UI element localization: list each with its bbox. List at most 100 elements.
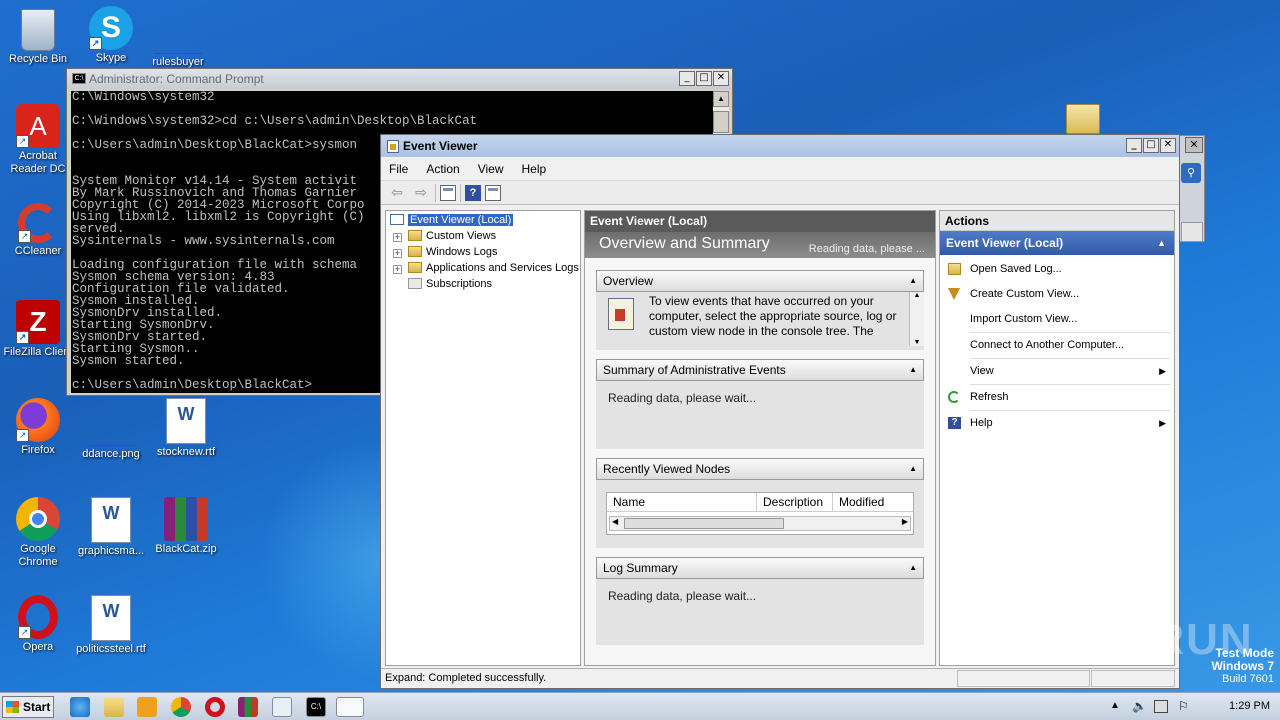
expand-icon[interactable]: + xyxy=(393,233,402,242)
chrome-taskbar-icon[interactable] xyxy=(171,697,191,717)
forward-arrow-icon[interactable]: ⇨ xyxy=(411,184,431,202)
network-icon[interactable] xyxy=(1154,700,1168,713)
scroll-down-icon[interactable]: ▼ xyxy=(910,339,924,346)
desktop-icon-blackcat[interactable]: BlackCat.zip xyxy=(148,497,224,556)
back-arrow-icon[interactable]: ⇦ xyxy=(387,184,407,202)
center-pane: Event Viewer (Local) Overview and Summar… xyxy=(584,210,936,666)
event-viewer-taskbar-icon[interactable] xyxy=(336,697,364,717)
cmd-taskbar-icon[interactable]: C:\ xyxy=(306,697,326,717)
tree-item-app-services-logs[interactable]: Applications and Services Logs xyxy=(408,260,579,276)
desktop-icon-label: graphicsma... xyxy=(77,545,145,557)
file-explorer-icon[interactable] xyxy=(104,697,124,717)
desktop-icon-chrome[interactable]: Google Chrome xyxy=(0,497,76,569)
folder-icon xyxy=(408,230,422,241)
desktop-icon-acrobat[interactable]: A ↗ Acrobat Reader DC xyxy=(0,104,76,176)
desktop-icon-ddance[interactable]: ddance.png xyxy=(73,398,149,461)
scrollbar[interactable] xyxy=(1181,222,1203,242)
close-button[interactable]: ✕ xyxy=(1160,138,1176,153)
column-modified[interactable]: Modified xyxy=(833,493,913,511)
desktop-icon-recycle-bin[interactable]: Recycle Bin xyxy=(0,6,76,66)
close-button[interactable]: ✕ xyxy=(713,71,729,86)
desktop-icon-stocknew[interactable]: W stocknew.rtf xyxy=(148,398,224,459)
menu-view[interactable]: View xyxy=(478,162,504,176)
ev-titlebar[interactable]: Event Viewer _ □ ✕ xyxy=(381,135,1179,157)
clock[interactable]: 1:29 PM xyxy=(1229,700,1270,712)
expand-icon[interactable]: + xyxy=(393,265,402,274)
tree-item-subscriptions[interactable]: Subscriptions xyxy=(408,276,492,292)
expand-icon[interactable]: + xyxy=(393,249,402,258)
maximize-button[interactable]: □ xyxy=(696,71,712,86)
internet-explorer-icon[interactable] xyxy=(70,697,90,717)
ev-title: Event Viewer xyxy=(403,139,478,153)
collapse-icon[interactable]: ▲ xyxy=(909,360,917,380)
overview-scrollbar[interactable]: ▲ ▼ xyxy=(909,292,924,346)
collapse-icon[interactable]: ▲ xyxy=(909,558,917,578)
column-name[interactable]: Name xyxy=(607,493,757,511)
desktop-icon-ccleaner[interactable]: ↗ CCleaner xyxy=(0,203,76,258)
action-help[interactable]: ? Help ▶ xyxy=(940,411,1174,436)
show-hide-tree-icon[interactable] xyxy=(440,184,456,201)
scroll-left-icon[interactable]: ◀ xyxy=(612,517,618,526)
panel-header[interactable]: Overview ▲ xyxy=(596,270,924,292)
desktop-icon-label: stocknew.rtf xyxy=(156,446,216,458)
action-center-flag-icon[interactable]: ⚐ xyxy=(1178,699,1189,713)
minimize-button[interactable]: _ xyxy=(1126,138,1142,153)
desktop-icon-filezilla[interactable]: Z ↗ FileZilla Client xyxy=(0,300,76,359)
cmd-titlebar[interactable]: C:\ Administrator: Command Prompt _ □ ✕ xyxy=(67,69,732,89)
desktop-icon-politicssteel[interactable]: W politicssteel.rtf xyxy=(73,595,149,656)
overview-text: To view events that have occurred on you… xyxy=(649,294,897,338)
action-open-saved-log[interactable]: Open Saved Log... xyxy=(940,257,1174,282)
tree-item-custom-views[interactable]: Custom Views xyxy=(408,228,496,244)
firefox-icon: ↗ xyxy=(16,398,60,442)
scroll-thumb[interactable] xyxy=(624,518,784,529)
close-icon[interactable]: ✕ xyxy=(1185,137,1203,153)
panel-header[interactable]: Recently Viewed Nodes ▲ xyxy=(596,458,924,480)
open-folder-icon xyxy=(948,263,961,275)
action-create-custom-view[interactable]: Create Custom View... xyxy=(940,282,1174,307)
action-connect-computer[interactable]: Connect to Another Computer... xyxy=(940,333,1174,358)
desktop-icon-rulesbuyer[interactable]: rulesbuyer xyxy=(140,6,216,69)
minimize-button[interactable]: _ xyxy=(679,71,695,86)
volume-icon[interactable]: 🔈 xyxy=(1132,699,1147,713)
search-icon[interactable]: ⚲ xyxy=(1181,163,1201,183)
collapse-icon[interactable]: ▲ xyxy=(1157,231,1166,255)
event-viewer-window[interactable]: Event Viewer _ □ ✕ File Action View Help… xyxy=(380,134,1180,689)
opera-taskbar-icon[interactable] xyxy=(205,697,225,717)
menu-help[interactable]: Help xyxy=(522,162,547,176)
menu-file[interactable]: File xyxy=(389,162,408,176)
collapse-icon[interactable]: ▲ xyxy=(909,271,917,291)
tree-item-windows-logs[interactable]: Windows Logs xyxy=(408,244,498,260)
panel-header[interactable]: Summary of Administrative Events ▲ xyxy=(596,359,924,381)
panel-header[interactable]: Log Summary ▲ xyxy=(596,557,924,579)
help-icon[interactable]: ? xyxy=(465,184,481,201)
desktop-icon-opera[interactable]: ↗ Opera xyxy=(0,595,76,654)
word-document-icon: W xyxy=(91,497,131,543)
winrar-archive-icon xyxy=(164,497,208,541)
desktop-icon-label: FileZilla Client xyxy=(3,346,73,358)
scroll-up-icon[interactable]: ▲ xyxy=(910,292,924,299)
column-description[interactable]: Description xyxy=(757,493,833,511)
action-import-custom-view[interactable]: Import Custom View... xyxy=(940,307,1174,332)
maximize-button[interactable]: □ xyxy=(1143,138,1159,153)
collapse-icon[interactable]: ▲ xyxy=(909,459,917,479)
horizontal-scrollbar[interactable]: ◀ ▶ xyxy=(609,516,911,531)
desktop-icon-skype[interactable]: S ↗ Skype xyxy=(73,6,149,65)
action-refresh[interactable]: Refresh xyxy=(940,385,1174,410)
show-hidden-icons[interactable]: ▲ xyxy=(1110,700,1120,711)
action-view[interactable]: View ▶ xyxy=(940,359,1174,384)
scroll-right-icon[interactable]: ▶ xyxy=(902,517,908,526)
tree-item-root[interactable]: Event Viewer (Local) xyxy=(390,212,514,228)
winrar-taskbar-icon[interactable] xyxy=(238,697,258,717)
notepad-taskbar-icon[interactable] xyxy=(272,697,292,717)
desktop-icon-graphicsma[interactable]: W graphicsma... xyxy=(73,497,149,558)
desktop-icon-firefox[interactable]: ↗ Firefox xyxy=(0,398,76,457)
folder-icon xyxy=(408,246,422,257)
actions-section-header[interactable]: Event Viewer (Local) ▲ xyxy=(940,231,1174,255)
folder-icon[interactable] xyxy=(1066,104,1100,134)
menu-action[interactable]: Action xyxy=(426,162,459,176)
scroll-up-icon[interactable]: ▲ xyxy=(713,91,729,107)
scroll-thumb[interactable] xyxy=(713,111,729,133)
media-player-icon[interactable] xyxy=(137,697,157,717)
start-button[interactable]: Start xyxy=(2,696,54,718)
show-hide-action-pane-icon[interactable] xyxy=(485,184,501,201)
